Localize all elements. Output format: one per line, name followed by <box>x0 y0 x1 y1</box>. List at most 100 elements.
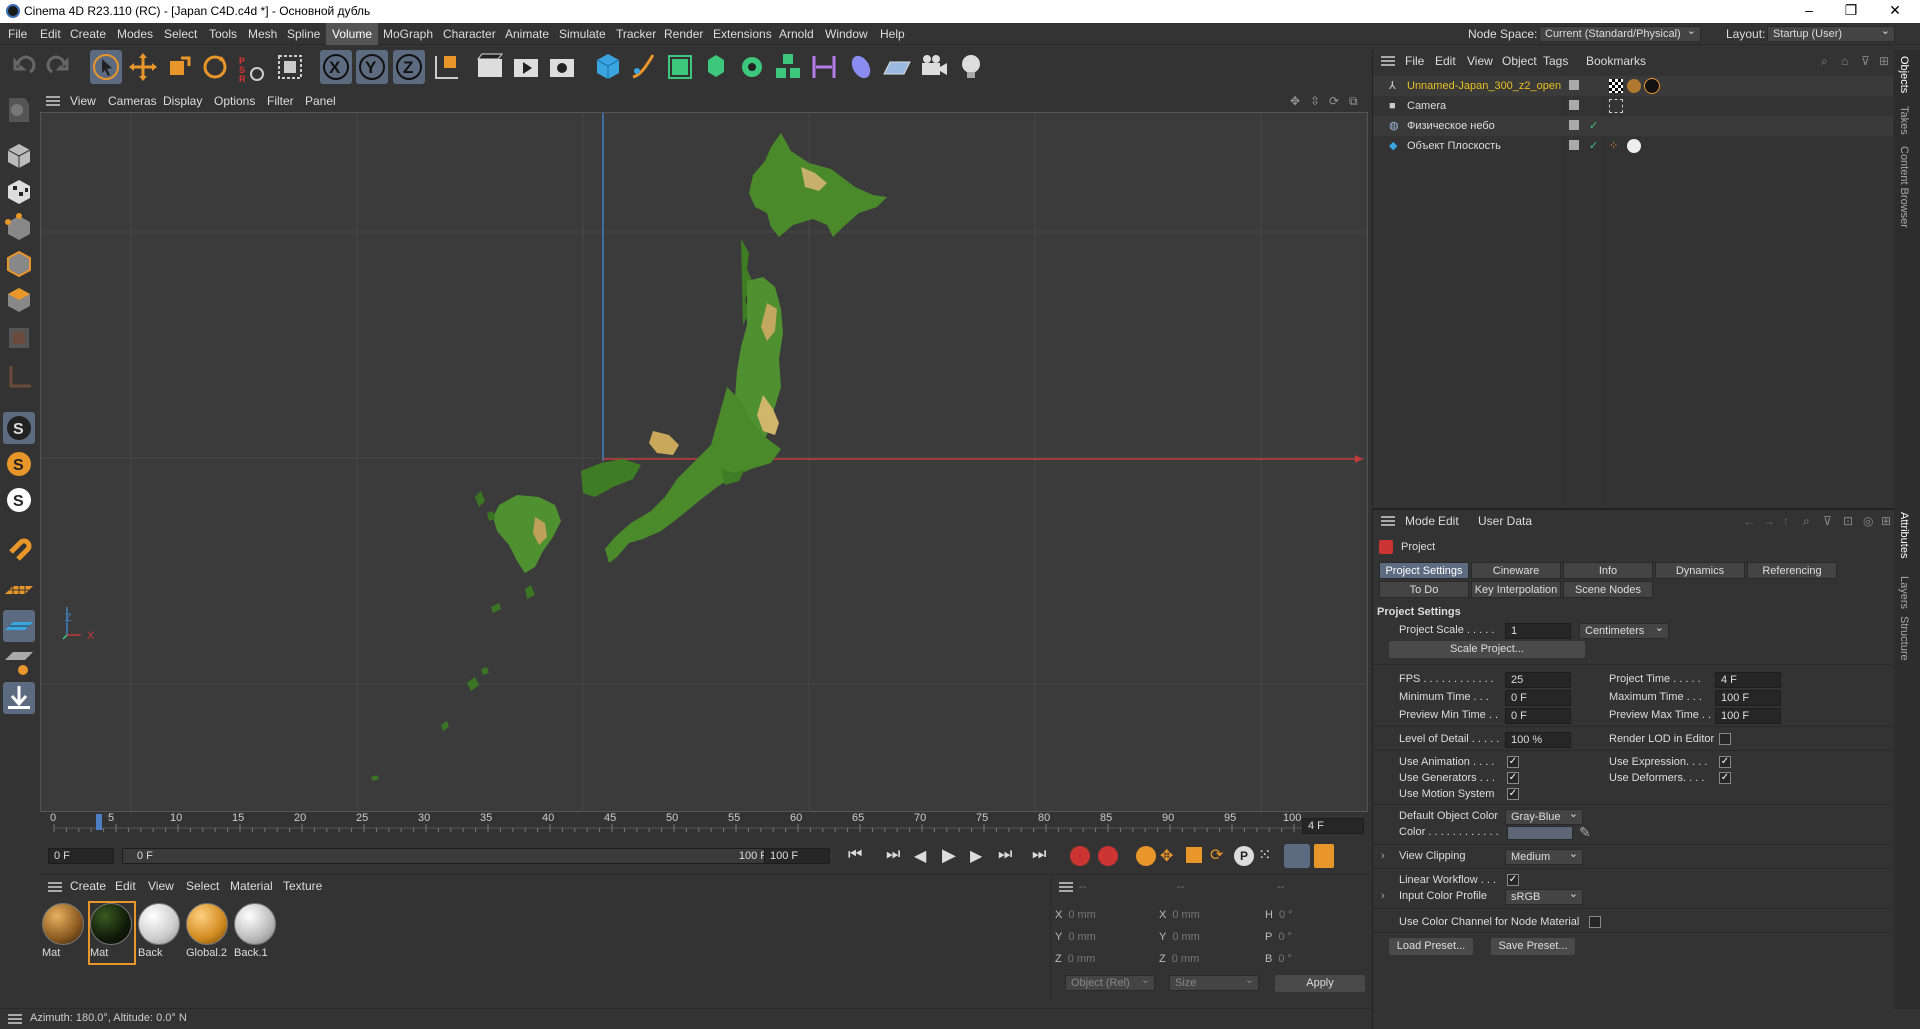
pen-spline-icon[interactable] <box>628 50 660 84</box>
viewport-menu-panel[interactable]: Panel <box>305 90 336 112</box>
material-tag-icon[interactable] <box>1627 79 1641 93</box>
material-swatch[interactable]: Global.2 <box>186 903 230 963</box>
psr-tool-icon[interactable]: PSR <box>236 50 266 84</box>
menu-volume[interactable]: Volume <box>326 23 379 45</box>
viewport-menu-options[interactable]: Options <box>214 90 255 112</box>
coordinate-mode-dropdown[interactable]: Object (Rel) <box>1065 973 1155 991</box>
tab-referencing[interactable]: Referencing <box>1747 562 1837 579</box>
end-frame-field[interactable]: 100 F <box>764 848 830 864</box>
linear-workflow-checkbox[interactable]: ✓ <box>1507 874 1519 886</box>
menu-window[interactable]: Window <box>819 23 874 45</box>
protection-tag-icon[interactable] <box>1609 99 1623 113</box>
preview-max-time-field[interactable]: 100 F <box>1715 708 1781 724</box>
size-mode-dropdown[interactable]: Size <box>1169 973 1259 991</box>
texture-mode-icon[interactable] <box>3 176 35 208</box>
attr-menu-edit[interactable]: Edit <box>1438 510 1459 532</box>
material-tag-icon[interactable] <box>1644 78 1660 94</box>
menu-extensions[interactable]: Extensions <box>707 23 778 45</box>
coordinates-panel-menu-icon[interactable] <box>1059 882 1073 892</box>
next-frame-icon[interactable]: ▶ <box>970 846 982 866</box>
model-mode-icon[interactable] <box>3 140 35 172</box>
snapping-icon[interactable] <box>3 530 35 562</box>
layer-visibility-icon[interactable] <box>1569 120 1579 130</box>
viewport-move-icon[interactable]: ✥ <box>1290 90 1300 112</box>
objects-menu-file[interactable]: File <box>1405 50 1424 72</box>
load-preset-button[interactable]: Load Preset... <box>1389 938 1473 955</box>
menu-help[interactable]: Help <box>874 23 911 45</box>
viewport-zoom-icon[interactable]: ⇳ <box>1310 90 1320 112</box>
previous-key-icon[interactable]: ⏭ <box>886 846 900 864</box>
playhead-marker[interactable] <box>96 814 102 830</box>
object-row[interactable]: ⅄ Unnamed-Japan_300_z2_open <box>1373 76 1893 96</box>
material-panel-menu-icon[interactable] <box>48 882 62 892</box>
deformer-icon[interactable] <box>808 50 840 84</box>
scale-tool-icon[interactable] <box>163 50 195 84</box>
autokey-icon[interactable] <box>1098 846 1118 866</box>
record-active-icon[interactable] <box>1070 846 1090 866</box>
project-time-field[interactable]: 4 F <box>1715 672 1781 688</box>
extrude-icon[interactable] <box>700 50 732 84</box>
node-space-dropdown[interactable]: Current (Standard/Physical) <box>1539 24 1701 42</box>
default-object-color-dropdown[interactable]: Gray-Blue <box>1505 807 1583 825</box>
new-panel-icon[interactable]: ⊞ <box>1879 50 1889 72</box>
floor-scene-icon[interactable] <box>881 50 913 84</box>
use-animation-checkbox[interactable]: ✓ <box>1507 756 1519 768</box>
render-active-icon[interactable] <box>510 50 542 84</box>
use-color-channel-checkbox[interactable] <box>1589 916 1601 928</box>
subdivision-icon[interactable] <box>664 50 696 84</box>
viewport-rotate-icon[interactable]: ⟳ <box>1329 90 1339 112</box>
menu-arnold[interactable]: Arnold <box>773 23 820 45</box>
key-scale-icon[interactable] <box>1186 847 1202 863</box>
material-menu-material[interactable]: Material <box>230 875 273 897</box>
menu-animate[interactable]: Animate <box>499 23 555 45</box>
expand-view-clipping-icon[interactable]: › <box>1381 850 1385 862</box>
menu-simulate[interactable]: Simulate <box>553 23 612 45</box>
objects-menu-view[interactable]: View <box>1467 50 1493 72</box>
side-tab-layers[interactable]: Layers <box>1898 576 1910 609</box>
workplane-locked-icon[interactable] <box>3 610 35 642</box>
axis-x-lock-button[interactable]: X <box>320 50 352 84</box>
viewport-menu-display[interactable]: Display <box>163 90 202 112</box>
level-of-detail-field[interactable]: 100 % <box>1505 732 1571 748</box>
search-icon[interactable]: ⌕ <box>1821 50 1828 72</box>
key-parameter-icon[interactable]: P <box>1234 846 1254 866</box>
layer-visibility-icon[interactable] <box>1569 80 1579 90</box>
side-tab-takes[interactable]: Takes <box>1898 106 1910 135</box>
use-deformers-checkbox[interactable]: ✓ <box>1719 772 1731 784</box>
minimum-time-field[interactable]: 0 F <box>1505 690 1571 706</box>
menu-file[interactable]: File <box>2 23 33 45</box>
material-swatch[interactable]: Back.1 <box>234 903 278 963</box>
objects-menu-tags[interactable]: Tags <box>1543 50 1568 72</box>
undo-icon[interactable] <box>8 50 40 84</box>
current-frame-field[interactable]: 4 F <box>1302 818 1364 834</box>
filter-icon[interactable]: ⊽ <box>1861 50 1870 72</box>
workplane-icon[interactable] <box>3 574 35 606</box>
light-object-icon[interactable] <box>955 50 987 84</box>
enabled-check-icon[interactable]: ✓ <box>1589 116 1598 136</box>
viewport-panel-menu-icon[interactable] <box>46 96 60 106</box>
cube-primitive-icon[interactable] <box>592 50 624 84</box>
menu-mesh[interactable]: Mesh <box>242 23 283 45</box>
go-to-start-icon[interactable]: ⏮ <box>848 846 862 864</box>
polygons-mode-icon[interactable] <box>3 284 35 316</box>
keyframe-selection-icon[interactable] <box>1136 846 1156 866</box>
viewport-menu-cameras[interactable]: Cameras <box>108 90 157 112</box>
next-key-icon[interactable]: ⏭ <box>998 846 1012 864</box>
size-z-field[interactable]: Z0 mm <box>1159 953 1259 965</box>
play-icon[interactable]: ▶ <box>942 845 956 866</box>
object-row[interactable]: ■ Camera <box>1373 96 1893 116</box>
attribute-panel-menu-icon[interactable] <box>1381 516 1395 526</box>
attr-menu-user-data[interactable]: User Data <box>1478 510 1532 532</box>
scale-project-button[interactable]: Scale Project... <box>1389 641 1585 658</box>
objects-menu-edit[interactable]: Edit <box>1435 50 1456 72</box>
viewport-solo-icon[interactable] <box>3 682 35 714</box>
material-menu-edit[interactable]: Edit <box>115 875 136 897</box>
viewport-menu-filter[interactable]: Filter <box>267 90 294 112</box>
3d-viewport[interactable]: Z X <box>40 112 1368 812</box>
side-tab-objects[interactable]: Objects <box>1898 56 1910 93</box>
viewport-maximize-icon[interactable]: ⧉ <box>1349 90 1358 112</box>
layout-dropdown[interactable]: Startup (User) <box>1767 24 1895 42</box>
filter-icon[interactable]: ⊽ <box>1823 510 1832 532</box>
menu-modes[interactable]: Modes <box>111 23 159 45</box>
render-view-icon[interactable] <box>474 50 506 84</box>
